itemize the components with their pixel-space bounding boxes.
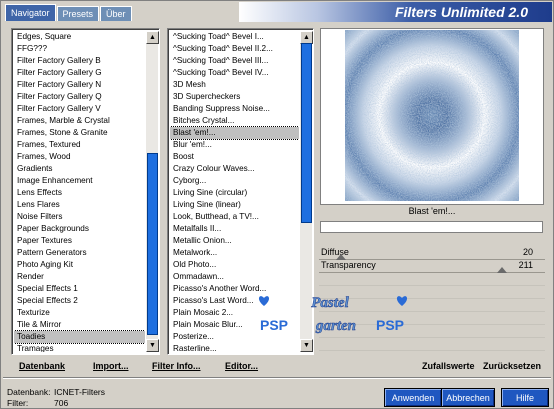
category-scroll-thumb[interactable] xyxy=(147,153,158,335)
datenbank-link[interactable]: Datenbank xyxy=(19,361,65,371)
category-list-item[interactable]: Frames, Textured xyxy=(14,139,145,151)
filter-list-item[interactable]: ^Sucking Toad^ Bevel II.2... xyxy=(170,43,299,55)
category-list-item[interactable]: Frames, Stone & Granite xyxy=(14,127,145,139)
category-list-item[interactable]: FFG??? xyxy=(14,43,145,55)
slider-diffuse[interactable]: Diffuse 20 xyxy=(319,247,545,260)
filter-list-item[interactable]: ^Sucking Toad^ Bevel IV... xyxy=(170,67,299,79)
app-title: Filters Unlimited 2.0 xyxy=(394,4,528,20)
category-list-item[interactable]: Paper Textures xyxy=(14,235,145,247)
scroll-up-icon[interactable]: ▲ xyxy=(146,31,159,44)
slider-transparency[interactable]: Transparency 211 xyxy=(319,260,545,273)
filter-list-item[interactable]: Cyborg... xyxy=(170,175,299,187)
filter-list-item[interactable]: 3D Supercheckers xyxy=(170,91,299,103)
filter-list-item[interactable]: ^Sucking Toad^ Bevel I... xyxy=(170,31,299,43)
category-list-item[interactable]: Pattern Generators xyxy=(14,247,145,259)
category-list-item[interactable]: Gradients xyxy=(14,163,145,175)
preview-image xyxy=(345,30,519,201)
category-list-item[interactable]: Noise Filters xyxy=(14,211,145,223)
category-list-item[interactable]: Render xyxy=(14,271,145,283)
category-list-item[interactable]: Lens Flares xyxy=(14,199,145,211)
filter-list-item[interactable]: Blast 'em!... xyxy=(170,126,299,140)
category-list-item[interactable]: Lens Effects xyxy=(14,187,145,199)
category-list-item[interactable]: Filter Factory Gallery B xyxy=(14,55,145,67)
filter-list-item[interactable]: Ommadawn... xyxy=(170,271,299,283)
category-list-item[interactable]: Special Effects 1 xyxy=(14,283,145,295)
apply-button[interactable]: Anwenden xyxy=(384,388,442,407)
filters-unlimited-window: Navigator Presets Über Filters Unlimited… xyxy=(0,0,554,409)
help-button-label: Hilfe xyxy=(515,393,534,403)
filter-list-item[interactable]: Metalfalls II... xyxy=(170,223,299,235)
scroll-down-icon[interactable]: ▼ xyxy=(146,339,159,352)
category-list-item[interactable]: Frames, Wood xyxy=(14,151,145,163)
category-list-item[interactable]: Photo Aging Kit xyxy=(14,259,145,271)
filter-count-value: 706 xyxy=(54,398,69,408)
svg-text:PSP: PSP xyxy=(260,317,288,333)
tab-navigator[interactable]: Navigator xyxy=(5,4,56,21)
filter-list-item[interactable]: Blur 'em!... xyxy=(170,139,299,151)
tab-ueber[interactable]: Über xyxy=(100,6,132,21)
category-list-item[interactable]: Filter Factory Gallery V xyxy=(14,103,145,115)
scroll-down-icon[interactable]: ▼ xyxy=(300,339,313,352)
filter-count-label: Filter: xyxy=(7,398,29,408)
svg-text:Pastel: Pastel xyxy=(311,295,349,311)
tab-presets[interactable]: Presets xyxy=(56,6,100,21)
filter-list-item[interactable]: Bitches Crystal... xyxy=(170,115,299,127)
category-list-item[interactable]: Filter Factory Gallery G xyxy=(14,67,145,79)
filter-list-item[interactable]: Look, Butthead, a TV!... xyxy=(170,211,299,223)
svg-text:garten: garten xyxy=(315,318,356,334)
category-list-item[interactable]: Filter Factory Gallery Q xyxy=(14,91,145,103)
svg-text:PSP: PSP xyxy=(376,317,404,333)
watermark-logo: Pastel garten PSP PSP xyxy=(258,295,408,334)
title-banner: Filters Unlimited 2.0 xyxy=(239,2,552,22)
filter-list-item[interactable]: ^Sucking Toad^ Bevel III... xyxy=(170,55,299,67)
filter-list-item[interactable]: Metallic Onion... xyxy=(170,235,299,247)
filter-list-item[interactable]: Old Photo... xyxy=(170,259,299,271)
zufallswerte-button[interactable]: Zufallswerte xyxy=(422,361,475,371)
filter-list-item[interactable]: Crazy Colour Waves... xyxy=(170,163,299,175)
filter-list-item[interactable]: Living Sine (linear) xyxy=(170,199,299,211)
filter-list-item[interactable]: Living Sine (circular) xyxy=(170,187,299,199)
filter-scroll-thumb[interactable] xyxy=(301,43,312,223)
category-list-item[interactable]: Texturize xyxy=(14,307,145,319)
editor-link[interactable]: Editor... xyxy=(225,361,258,371)
category-list-item[interactable]: Filter Factory Gallery N xyxy=(14,79,145,91)
preview-caption: Blast 'em!... xyxy=(408,206,456,216)
filter-list-item[interactable]: Boost xyxy=(170,151,299,163)
category-list-item[interactable]: Tramages xyxy=(14,343,145,352)
category-list-item[interactable]: Toadies xyxy=(14,330,145,344)
datenbank-info-value: ICNET-Filters xyxy=(54,387,105,397)
category-scrollbar[interactable]: ▲ ▼ xyxy=(146,31,159,352)
category-list-items: Edges, Square FFG??? Filter Factory Galler… xyxy=(14,31,145,352)
filter-list-item[interactable]: Banding Suppress Noise... xyxy=(170,103,299,115)
filter-info-link[interactable]: Filter Info... xyxy=(152,361,201,371)
zuruecksetzen-button[interactable]: Zurücksetzen xyxy=(483,361,541,371)
filter-list-item[interactable]: Metalwork... xyxy=(170,247,299,259)
slider-diffuse-value: 20 xyxy=(522,247,533,257)
divider xyxy=(3,377,551,379)
cancel-button-label: Abbrechen xyxy=(446,393,490,403)
datenbank-info-label: Datenbank: xyxy=(7,387,51,397)
category-list-item[interactable]: Frames, Marble & Crystal xyxy=(14,115,145,127)
category-list-item[interactable]: Paper Backgrounds xyxy=(14,223,145,235)
category-list-item[interactable]: Image Enhancement xyxy=(14,175,145,187)
filter-list-item[interactable]: Rasterline... xyxy=(170,343,299,352)
category-list-item[interactable]: Tile & Mirror xyxy=(14,319,145,331)
category-list-item[interactable]: Special Effects 2 xyxy=(14,295,145,307)
cancel-button[interactable]: Abbrechen xyxy=(441,388,495,407)
filter-list-item[interactable]: 3D Mesh xyxy=(170,79,299,91)
slider-transparency-label: Transparency xyxy=(321,260,376,270)
category-list[interactable]: Edges, Square FFG??? Filter Factory Galler… xyxy=(11,28,160,355)
apply-button-label: Anwenden xyxy=(391,393,435,403)
tab-bar: Navigator Presets Über xyxy=(5,4,133,22)
help-button[interactable]: Hilfe xyxy=(501,388,549,407)
category-list-item[interactable]: Edges, Square xyxy=(14,31,145,43)
import-link[interactable]: Import... xyxy=(93,361,129,371)
preview-progress-bar xyxy=(320,221,543,233)
